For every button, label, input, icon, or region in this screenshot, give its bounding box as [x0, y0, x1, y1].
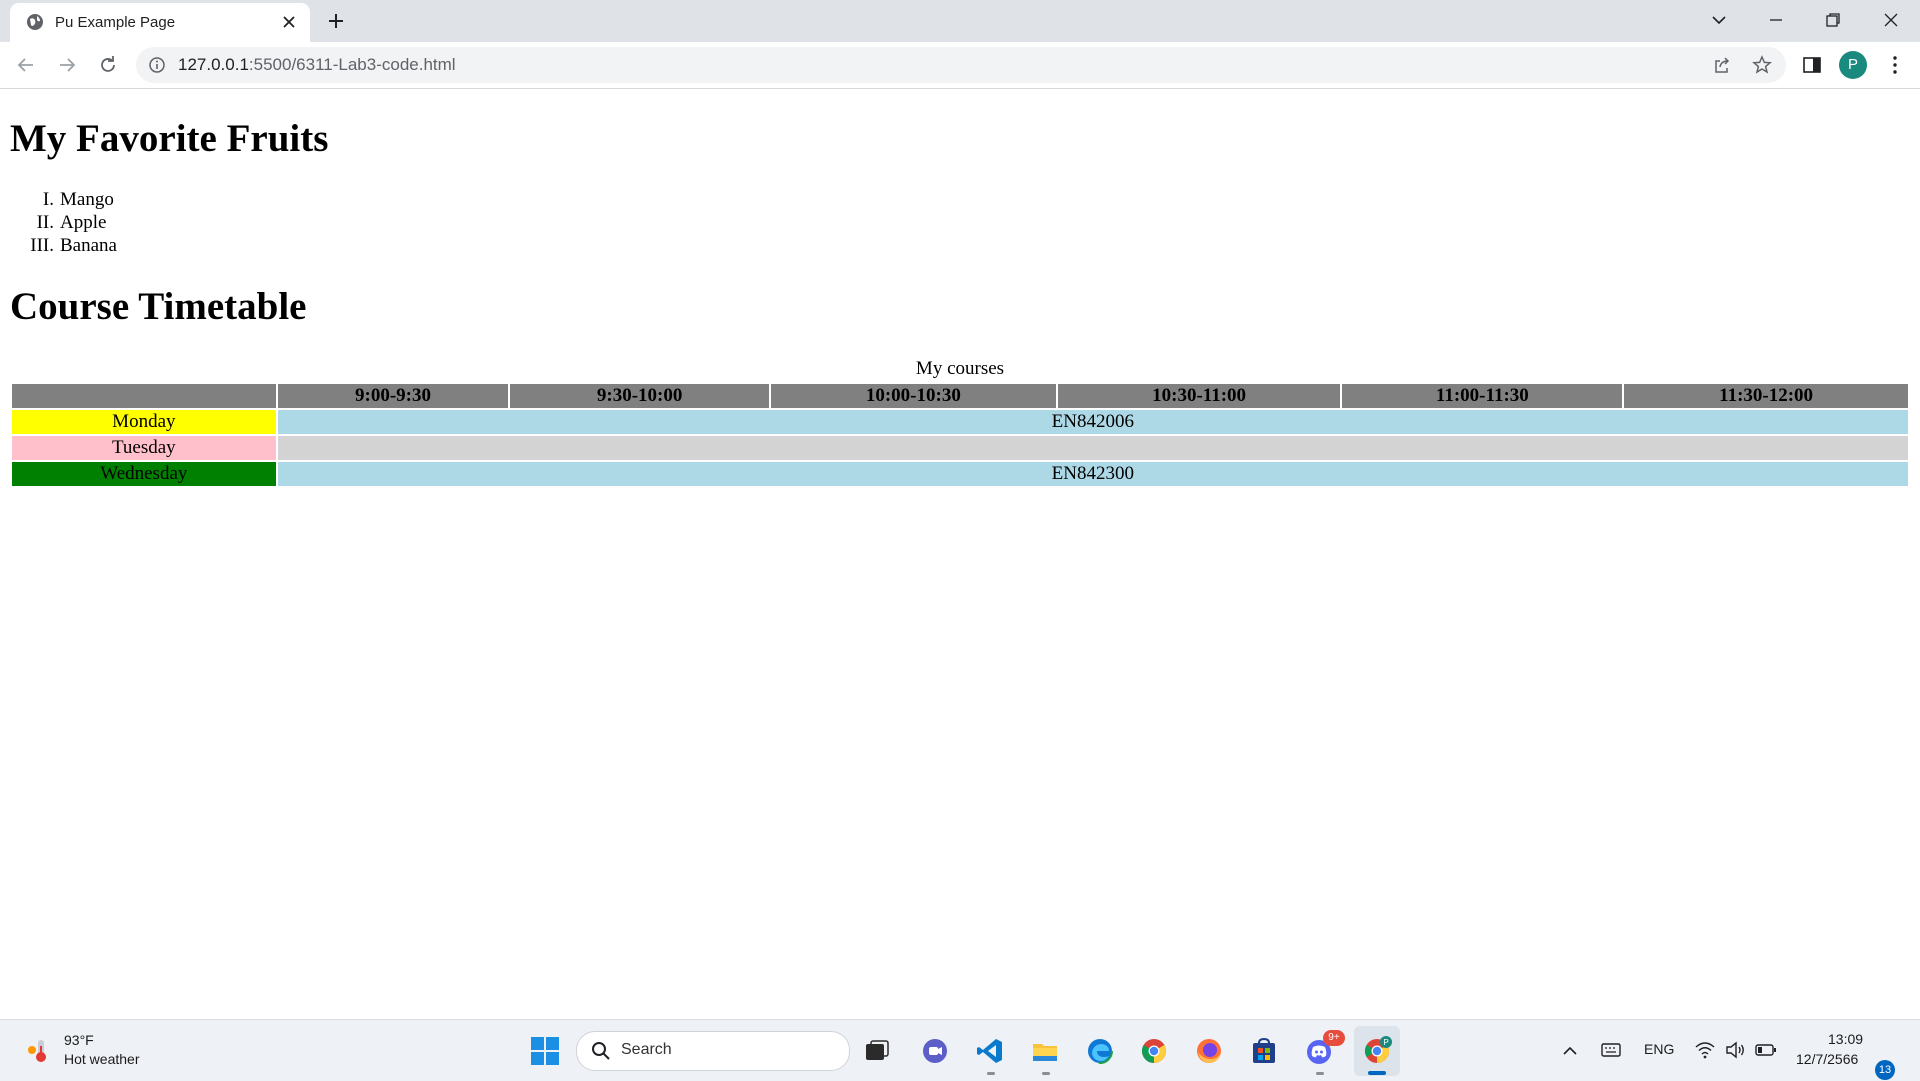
clock-date[interactable]: 12/7/2566	[1796, 1051, 1858, 1067]
microsoft-store-icon[interactable]	[1249, 1036, 1279, 1066]
table-header-corner	[12, 384, 276, 408]
bookmark-star-icon[interactable]	[1752, 55, 1772, 75]
new-tab-icon[interactable]	[326, 11, 346, 31]
keyboard-icon[interactable]	[1600, 1040, 1622, 1060]
table-header-cell: 9:30-10:00	[510, 384, 769, 408]
firefox-icon[interactable]	[1194, 1036, 1224, 1066]
list-item-label: Apple	[60, 212, 107, 233]
globe-icon	[27, 14, 43, 30]
browser-toolbar: 127.0.0.1:5500/6311-Lab3-code.html P	[0, 42, 1920, 89]
teams-chat-icon[interactable]	[920, 1036, 950, 1066]
running-indicator	[1042, 1072, 1050, 1075]
browser-tab-strip: Pu Example Page	[0, 0, 1920, 42]
course-cell	[277, 436, 1908, 460]
restore-icon[interactable]	[1822, 9, 1844, 31]
table-header-cell: 11:00-11:30	[1342, 384, 1623, 408]
table-header-cell: 9:00-9:30	[277, 384, 509, 408]
weather-description: Hot weather	[64, 1051, 140, 1067]
day-cell: Wednesday	[12, 462, 276, 486]
day-cell: Monday	[12, 410, 276, 434]
url-text: 127.0.0.1:5500/6311-Lab3-code.html	[178, 55, 456, 75]
chrome-icon[interactable]	[1139, 1036, 1169, 1066]
share-icon[interactable]	[1712, 55, 1732, 75]
active-indicator	[1368, 1071, 1386, 1075]
close-tab-icon[interactable]	[280, 13, 298, 31]
list-item-label: Banana	[60, 235, 117, 256]
taskbar-search-box[interactable]: Search	[576, 1031, 850, 1071]
table-caption: My courses	[915, 358, 1005, 379]
url-host: 127.0.0.1	[178, 55, 249, 74]
task-view-icon[interactable]	[862, 1036, 892, 1066]
chevron-up-icon[interactable]	[1561, 1042, 1579, 1060]
table-header-row: 9:00-9:30 9:30-10:00 10:00-10:30 10:30-1…	[12, 384, 1908, 408]
list-item-label: Mango	[60, 189, 114, 210]
search-icon	[592, 1042, 610, 1060]
tab-title: Pu Example Page	[55, 14, 176, 31]
course-cell: EN842006	[277, 410, 1908, 434]
chrome-profile-icon[interactable]: P	[1362, 1036, 1392, 1066]
page-content: My Favorite Fruits I. Mango II. Apple II…	[0, 89, 1920, 1019]
list-item-number: III.	[30, 235, 54, 256]
day-cell: Tuesday	[12, 436, 276, 460]
profile-avatar[interactable]: P	[1839, 51, 1867, 79]
table-row: Tuesday	[12, 436, 1908, 460]
site-info-icon[interactable]	[148, 56, 166, 74]
browser-tab-active[interactable]: Pu Example Page	[10, 3, 310, 42]
back-arrow-icon[interactable]	[15, 54, 37, 76]
minimize-icon[interactable]	[1765, 9, 1787, 31]
heading-course-timetable: Course Timetable	[10, 285, 307, 328]
side-panel-icon[interactable]	[1801, 54, 1823, 76]
notification-center-badge[interactable]: 13	[1875, 1060, 1895, 1080]
thermometer-icon	[28, 1040, 46, 1062]
windows-start-icon[interactable]	[529, 1035, 561, 1067]
kebab-menu-icon[interactable]	[1884, 54, 1906, 76]
clock-time[interactable]: 13:09	[1828, 1031, 1863, 1047]
battery-icon[interactable]	[1754, 1040, 1778, 1060]
table-row: Monday EN842006	[12, 410, 1908, 434]
running-indicator	[987, 1072, 995, 1075]
table-header-cell: 10:00-10:30	[770, 384, 1056, 408]
wifi-icon[interactable]	[1694, 1040, 1716, 1060]
svg-text:P: P	[1383, 1038, 1388, 1047]
file-explorer-icon[interactable]	[1030, 1036, 1060, 1066]
table-row: Wednesday EN842300	[12, 462, 1908, 486]
taskbar: 93°F Hot weather Search 9+ P ENG 13:09 1…	[0, 1019, 1920, 1081]
vscode-icon[interactable]	[975, 1036, 1005, 1066]
notification-badge: 9+	[1323, 1030, 1345, 1046]
timetable: 9:00-9:30 9:30-10:00 10:00-10:30 10:30-1…	[10, 382, 1910, 488]
reload-icon[interactable]	[97, 54, 119, 76]
language-indicator[interactable]: ENG	[1644, 1041, 1674, 1057]
course-cell: EN842300	[277, 462, 1908, 486]
list-item-number: II.	[36, 212, 54, 233]
edge-browser-icon[interactable]	[1085, 1036, 1115, 1066]
table-header-cell: 11:30-12:00	[1624, 384, 1908, 408]
table-header-cell: 10:30-11:00	[1057, 384, 1341, 408]
search-placeholder: Search	[621, 1041, 672, 1058]
forward-arrow-icon[interactable]	[56, 54, 78, 76]
heading-favorite-fruits: My Favorite Fruits	[10, 117, 329, 160]
volume-icon[interactable]	[1724, 1040, 1746, 1060]
close-window-icon[interactable]	[1880, 9, 1902, 31]
address-bar[interactable]: 127.0.0.1:5500/6311-Lab3-code.html	[136, 47, 1786, 83]
tab-search-chevron-icon[interactable]	[1708, 9, 1730, 31]
weather-temperature: 93°F	[64, 1032, 94, 1048]
list-item-number: I.	[42, 189, 54, 210]
running-indicator	[1316, 1072, 1324, 1075]
url-path: :5500/6311-Lab3-code.html	[248, 55, 456, 74]
